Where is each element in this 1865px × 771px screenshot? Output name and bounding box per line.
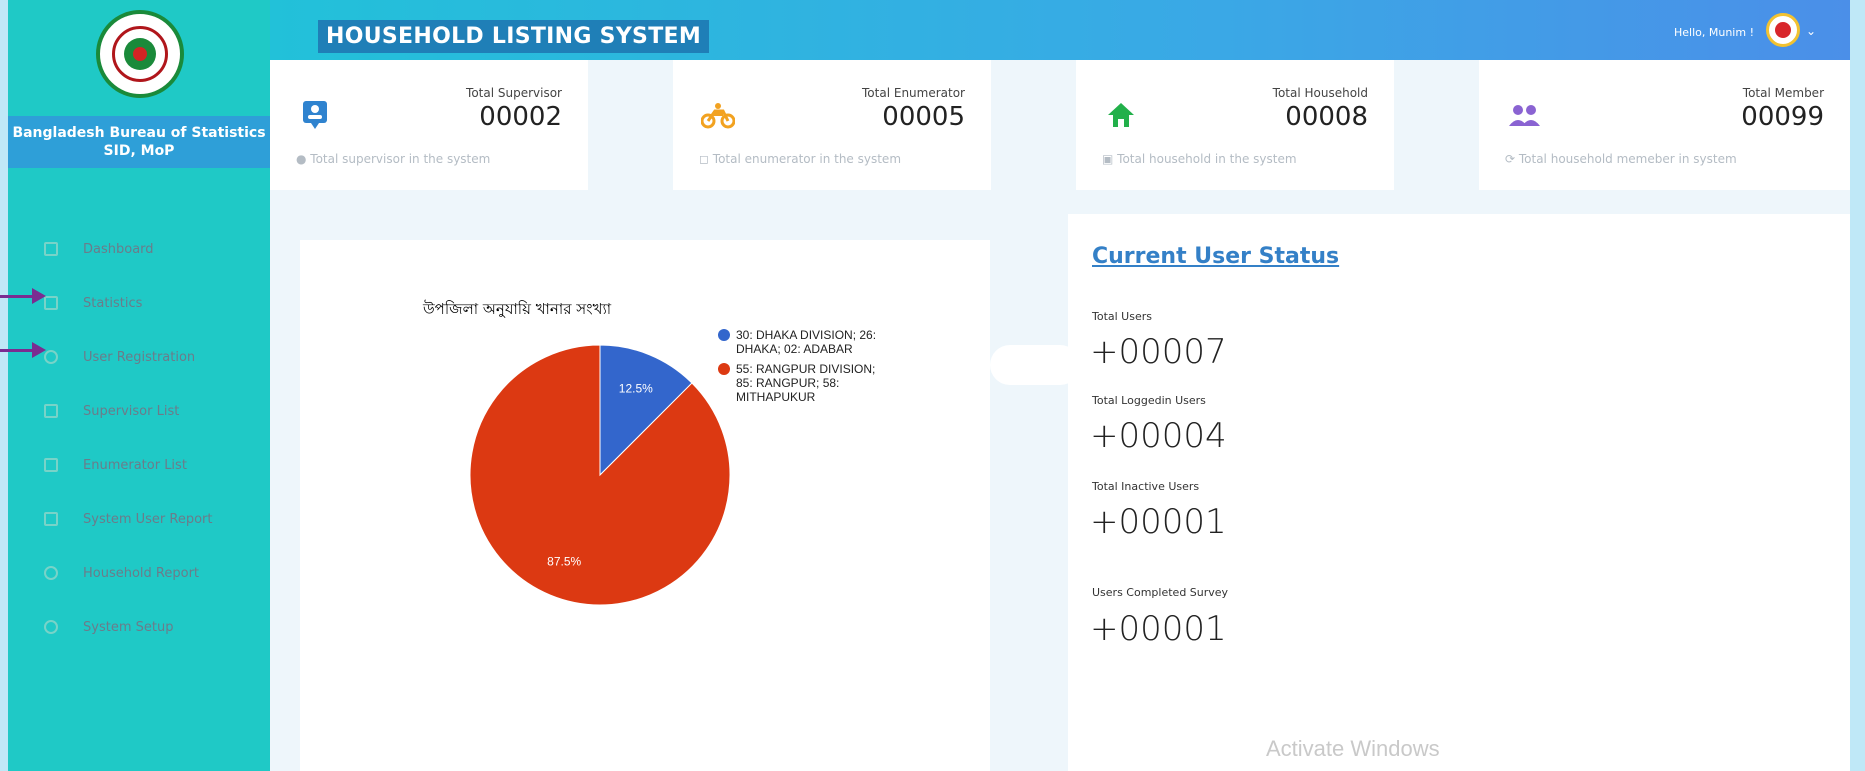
card-value: 00099 <box>1741 102 1824 132</box>
motorbike-icon <box>701 98 735 132</box>
sidebar-item-system-setup[interactable]: System Setup <box>8 600 270 654</box>
org-division: SID, MoP <box>103 143 175 159</box>
app-title: HOUSEHOLD LISTING SYSTEM <box>318 20 710 53</box>
status-label: Users Completed Survey <box>1092 586 1229 599</box>
legend-swatch <box>718 329 730 341</box>
list-icon <box>44 458 58 472</box>
card-label: Total Supervisor <box>466 86 562 100</box>
bbs-logo <box>96 10 184 98</box>
slice-data-label: 12.5% <box>619 382 653 396</box>
logo-emblem <box>112 26 168 82</box>
org-name-box: Bangladesh Bureau of Statistics SID, MoP <box>8 116 270 168</box>
user-greeting: Hello, Munim ! <box>1674 26 1754 39</box>
card-value: 00008 <box>1285 102 1368 132</box>
sidebar: Bangladesh Bureau of Statistics SID, MoP… <box>8 0 270 771</box>
status-value: +00001 <box>1090 609 1227 649</box>
status-value: +00007 <box>1090 332 1227 372</box>
status-title[interactable]: Current User Status <box>1092 244 1339 269</box>
slice-data-label: 87.5% <box>547 554 581 568</box>
org-name: Bangladesh Bureau of Statistics <box>12 125 266 141</box>
annotation-arrow <box>0 286 48 306</box>
pie-chart: 12.5% 87.5% <box>469 344 731 606</box>
status-value: +00001 <box>1090 502 1227 542</box>
legend-item[interactable]: 30: DHAKA DIVISION; 26: DHAKA; 02: ADABA… <box>718 328 888 356</box>
avatar[interactable] <box>1766 13 1800 47</box>
dashboard-icon <box>44 242 58 256</box>
card-description: ⟳ Total household memeber in system <box>1505 152 1737 166</box>
report-icon <box>44 566 58 580</box>
background-cloud <box>990 345 1080 385</box>
activate-windows-watermark: Activate Windows <box>1266 736 1440 761</box>
status-label: Total Loggedin Users <box>1092 394 1206 407</box>
status-label: Total Inactive Users <box>1092 480 1200 493</box>
card-value: 00005 <box>882 102 965 132</box>
sidebar-item-dashboard[interactable]: Dashboard <box>8 222 270 276</box>
status-value: +00004 <box>1090 416 1227 456</box>
card-label: Total Household <box>1272 86 1368 100</box>
stat-card-supervisor: Total Supervisor 00002 ● Total superviso… <box>270 60 588 190</box>
sidebar-item-system-user-report[interactable]: System User Report <box>8 492 270 546</box>
card-label: Total Member <box>1742 86 1824 100</box>
supervisor-icon <box>298 98 332 132</box>
sidebar-item-label: Household Report <box>83 565 200 581</box>
card-description: ◻ Total enumerator in the system <box>699 152 902 166</box>
status-label: Total Users <box>1092 310 1152 323</box>
legend-item[interactable]: 55: RANGPUR DIVISION; 85: RANGPUR; 58: M… <box>718 362 888 404</box>
chart-legend: 30: DHAKA DIVISION; 26: DHAKA; 02: ADABA… <box>718 328 888 410</box>
card-label: Total Enumerator <box>862 86 965 100</box>
sidebar-item-supervisor-list[interactable]: Supervisor List <box>8 384 270 438</box>
sidebar-item-label: System Setup <box>83 619 174 635</box>
stat-card-enumerator: Total Enumerator 00005 ◻ Total enumerato… <box>673 60 991 190</box>
card-description: ▣ Total household in the system <box>1102 152 1297 166</box>
top-header: HOUSEHOLD LISTING SYSTEM Hello, Munim ! … <box>270 0 1850 60</box>
stat-card-household: Total Household 00008 ▣ Total household … <box>1076 60 1394 190</box>
pie-slice[interactable] <box>469 344 731 606</box>
user-status-panel: Current User Status Total Users +00007 T… <box>1068 214 1850 771</box>
chart-title: উপজিলা অনুযায়ি খানার সংখ্যা <box>423 300 612 318</box>
card-value: 00002 <box>479 102 562 132</box>
chevron-down-icon[interactable]: ⌄ <box>1806 24 1816 38</box>
card-description: ● Total supervisor in the system <box>296 152 491 166</box>
sidebar-item-label: System User Report <box>83 511 213 527</box>
group-icon <box>1507 98 1541 132</box>
chart-panel: উপজিলা অনুযায়ি খানার সংখ্যা 12.5% 87.5% … <box>300 240 990 771</box>
home-icon <box>1104 98 1138 132</box>
sidebar-item-enumerator-list[interactable]: Enumerator List <box>8 438 270 492</box>
sidebar-item-label: Enumerator List <box>83 457 187 473</box>
sidebar-item-label: Statistics <box>83 295 143 311</box>
gear-icon <box>44 620 58 634</box>
legend-label: 55: RANGPUR DIVISION; 85: RANGPUR; 58: M… <box>736 362 876 404</box>
sidebar-item-label: Dashboard <box>83 241 154 257</box>
legend-label: 30: DHAKA DIVISION; 26: DHAKA; 02: ADABA… <box>736 328 877 356</box>
sidebar-item-label: User Registration <box>83 349 196 365</box>
logo-area: Bangladesh Bureau of Statistics SID, MoP <box>8 0 270 170</box>
sidebar-item-label: Supervisor List <box>83 403 180 419</box>
annotation-arrow <box>0 340 48 360</box>
window-edge <box>1850 0 1865 771</box>
stat-card-member: Total Member 00099 ⟳ Total household mem… <box>1479 60 1850 190</box>
list-icon <box>44 404 58 418</box>
sidebar-item-household-report[interactable]: Household Report <box>8 546 270 600</box>
report-icon <box>44 512 58 526</box>
legend-swatch <box>718 363 730 375</box>
